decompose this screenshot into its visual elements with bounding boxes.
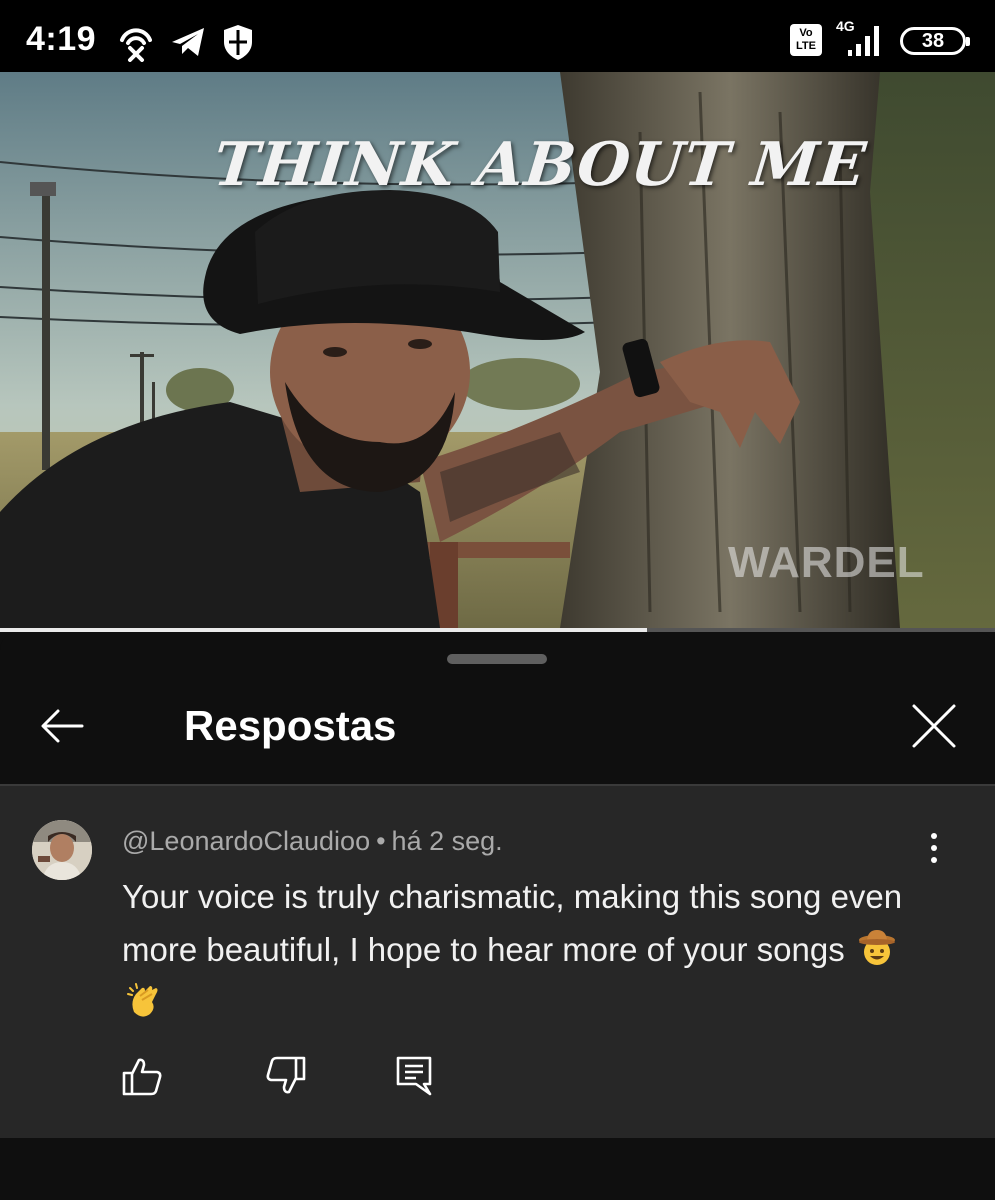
signal-icon: 4G bbox=[834, 18, 890, 58]
battery-icon: 38 bbox=[900, 27, 970, 55]
status-bar: 4:19 Vo LTE 4G 38 bbox=[0, 0, 995, 72]
meta-separator: • bbox=[376, 826, 386, 856]
dislike-icon bbox=[266, 1056, 306, 1094]
dislike-button[interactable] bbox=[264, 1054, 308, 1098]
arrow-left-icon bbox=[41, 709, 84, 743]
telegram-icon bbox=[172, 28, 204, 56]
avatar[interactable] bbox=[32, 820, 92, 880]
status-time: 4:19 bbox=[26, 20, 97, 58]
more-vert-icon bbox=[931, 833, 937, 863]
volte-icon: Vo LTE bbox=[790, 24, 822, 56]
volte-label: Vo LTE bbox=[796, 27, 816, 52]
more-options-button[interactable] bbox=[914, 828, 954, 868]
like-icon bbox=[122, 1058, 162, 1096]
like-button[interactable] bbox=[120, 1054, 164, 1098]
panel-title: Respostas bbox=[184, 702, 397, 749]
network-label: 4G bbox=[836, 18, 855, 34]
back-button[interactable] bbox=[36, 700, 88, 752]
reply-comment: @LeonardoClaudioo • há 2 seg. Your voice i… bbox=[0, 786, 995, 1138]
channel-watermark: WARDEL bbox=[728, 538, 925, 587]
comment-meta: @LeonardoClaudioo • há 2 seg. bbox=[122, 826, 503, 857]
clapping-hands-emoji bbox=[127, 983, 158, 1017]
hotspot-icon bbox=[120, 28, 152, 62]
shield-icon bbox=[224, 25, 252, 60]
video-player[interactable]: THINK ABOUT ME WARDEL bbox=[0, 72, 995, 628]
cowboy-face-emoji bbox=[858, 930, 895, 965]
reply-icon bbox=[396, 1056, 432, 1096]
comment-time: há 2 seg. bbox=[391, 826, 503, 856]
comment-body: Your voice is truly charismatic, making … bbox=[122, 870, 922, 1029]
close-button[interactable] bbox=[908, 700, 960, 752]
battery-level: 38 bbox=[921, 30, 945, 52]
panel-header: Respostas bbox=[0, 672, 995, 782]
drag-handle[interactable] bbox=[447, 654, 547, 664]
comment-author[interactable]: @LeonardoClaudioo bbox=[122, 826, 370, 856]
comment-text: Your voice is truly charismatic, making … bbox=[122, 878, 903, 968]
reply-button[interactable] bbox=[392, 1054, 436, 1098]
replies-panel: Respostas @LeonardoClaudioo•há 2 seg. bbox=[0, 632, 995, 1200]
video-title: THINK ABOUT ME bbox=[210, 130, 870, 200]
close-icon bbox=[912, 704, 956, 748]
